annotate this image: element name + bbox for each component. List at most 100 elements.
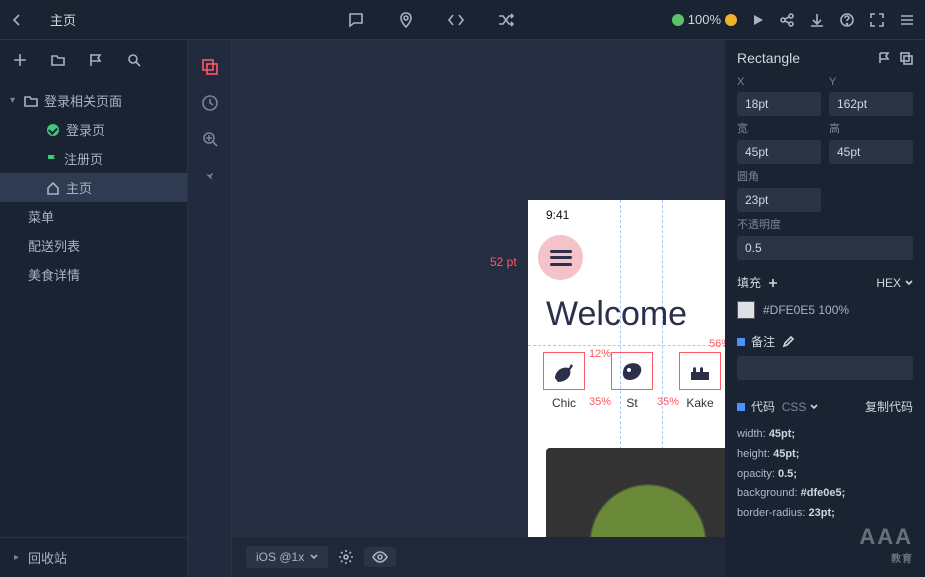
tree-item[interactable]: 美食详情 (0, 260, 187, 289)
percent-label: 35% (657, 396, 679, 408)
inspector-title: Rectangle (737, 50, 800, 66)
code-icon[interactable] (446, 10, 466, 30)
zoom-control[interactable]: 100% (672, 12, 737, 27)
tool-rail (188, 40, 232, 577)
tree-item[interactable]: 菜单 (0, 202, 187, 231)
shuffle-icon[interactable] (496, 10, 516, 30)
category-label: Chic (552, 396, 576, 410)
zoom-out-icon[interactable] (672, 14, 684, 26)
add-icon[interactable] (12, 52, 30, 70)
edit-icon[interactable] (782, 336, 794, 348)
chicken-icon (551, 358, 577, 384)
code-lang[interactable]: CSS (782, 400, 807, 414)
flag-icon[interactable] (88, 52, 106, 70)
location-icon[interactable] (396, 10, 416, 30)
tree-item-home[interactable]: 主页 (0, 173, 187, 202)
prop-label-w: 宽 (737, 120, 821, 136)
fill-label: 填充 (737, 274, 761, 291)
menu-icon[interactable] (899, 12, 915, 28)
prop-label-x: X (737, 76, 821, 88)
add-icon[interactable] (768, 278, 778, 288)
notes-input[interactable] (737, 356, 913, 380)
prop-label-opacity: 不透明度 (737, 216, 913, 232)
height-input[interactable] (829, 140, 913, 164)
share-icon[interactable] (779, 12, 795, 28)
section-indicator-icon (737, 403, 745, 411)
tree-folder[interactable]: ▾ 登录相关页面 (0, 86, 187, 115)
tree-item-login[interactable]: 登录页 (0, 115, 187, 144)
y-input[interactable] (829, 92, 913, 116)
scale-value: iOS @1x (256, 550, 304, 564)
zoom-in-icon[interactable] (725, 14, 737, 26)
page-title: 主页 (50, 10, 190, 29)
flag-icon[interactable] (877, 51, 891, 65)
tree-item-register[interactable]: 注册页 (0, 144, 187, 173)
gear-icon[interactable] (338, 549, 354, 565)
category-item[interactable]: 12% Chic 35% (543, 352, 585, 410)
copy-code-button[interactable]: 复制代码 (865, 398, 913, 415)
category-label: St (626, 396, 637, 410)
search-icon[interactable] (126, 52, 144, 70)
artboard[interactable]: 9:41 Welcome 12% (528, 200, 725, 577)
section-indicator-icon (737, 338, 745, 346)
category-item[interactable]: 56% Kake (679, 352, 721, 410)
folder-icon[interactable] (50, 52, 68, 70)
caret-icon: ▸ (14, 552, 22, 563)
comment-icon[interactable] (346, 10, 366, 30)
welcome-heading: Welcome (546, 295, 687, 334)
canvas[interactable]: 48 pt 52 pt 9:41 (232, 40, 725, 577)
x-input[interactable] (737, 92, 821, 116)
notes-label: 备注 (751, 333, 775, 350)
color-swatch[interactable] (737, 301, 755, 319)
inspector: Rectangle X Y 宽 高 圆角 不透明度 填充 HEX (725, 40, 925, 577)
caret-icon: ▾ (10, 95, 18, 106)
code-block: width: 45pt; height: 45pt; opacity: 0.5;… (725, 421, 925, 528)
canvas-footer: iOS @1x (232, 537, 725, 577)
percent-label: 56% (709, 338, 725, 350)
tree-item-label: 美食详情 (28, 265, 80, 284)
opacity-input[interactable] (737, 236, 913, 260)
color-mode-dropdown[interactable]: HEX (876, 276, 913, 290)
fullscreen-icon[interactable] (869, 12, 885, 28)
measure-label: 52 pt (490, 255, 517, 269)
play-icon[interactable] (751, 13, 765, 27)
history-icon[interactable] (201, 94, 219, 112)
layers-icon[interactable] (201, 58, 219, 76)
category-label: Kake (686, 396, 713, 410)
selected-element[interactable] (538, 235, 583, 280)
download-icon[interactable] (809, 12, 825, 28)
tree-folder-label: 登录相关页面 (44, 91, 122, 110)
radius-input[interactable] (737, 188, 821, 212)
scale-dropdown[interactable]: iOS @1x (246, 546, 328, 568)
prop-label-h: 高 (829, 120, 913, 136)
trash-button[interactable]: ▸ 回收站 (0, 537, 187, 577)
chevron-down-icon (310, 553, 318, 561)
chevron-down-icon (810, 403, 818, 411)
category-row: 12% Chic 35% St 35% 56% Kake (543, 352, 725, 410)
percent-label: 12% (589, 348, 611, 360)
folder-icon (24, 94, 38, 108)
width-input[interactable] (737, 140, 821, 164)
eye-icon[interactable] (364, 547, 396, 567)
fill-color-row[interactable]: #DFE0E5 100% (725, 297, 925, 323)
status-bar: 9:41 (528, 200, 725, 230)
prop-label-radius: 圆角 (737, 168, 821, 184)
back-icon[interactable] (10, 13, 24, 27)
prop-label-y: Y (829, 76, 913, 88)
hamburger-icon (550, 250, 572, 266)
flag-icon (46, 153, 58, 165)
fill-value: #DFE0E5 100% (763, 303, 849, 317)
check-icon (46, 123, 60, 137)
zoom-icon[interactable] (201, 130, 219, 148)
tree-item[interactable]: 配送列表 (0, 231, 187, 260)
tree-item-label: 菜单 (28, 207, 54, 226)
pin-icon[interactable] (201, 166, 219, 184)
tree-item-label: 主页 (66, 178, 92, 197)
percent-label: 35% (589, 396, 611, 408)
copy-icon[interactable] (899, 51, 913, 65)
help-icon[interactable] (839, 12, 855, 28)
tree-item-label: 配送列表 (28, 236, 80, 255)
chevron-down-icon (905, 279, 913, 287)
home-icon (46, 181, 60, 195)
category-item[interactable]: St 35% (611, 352, 653, 410)
